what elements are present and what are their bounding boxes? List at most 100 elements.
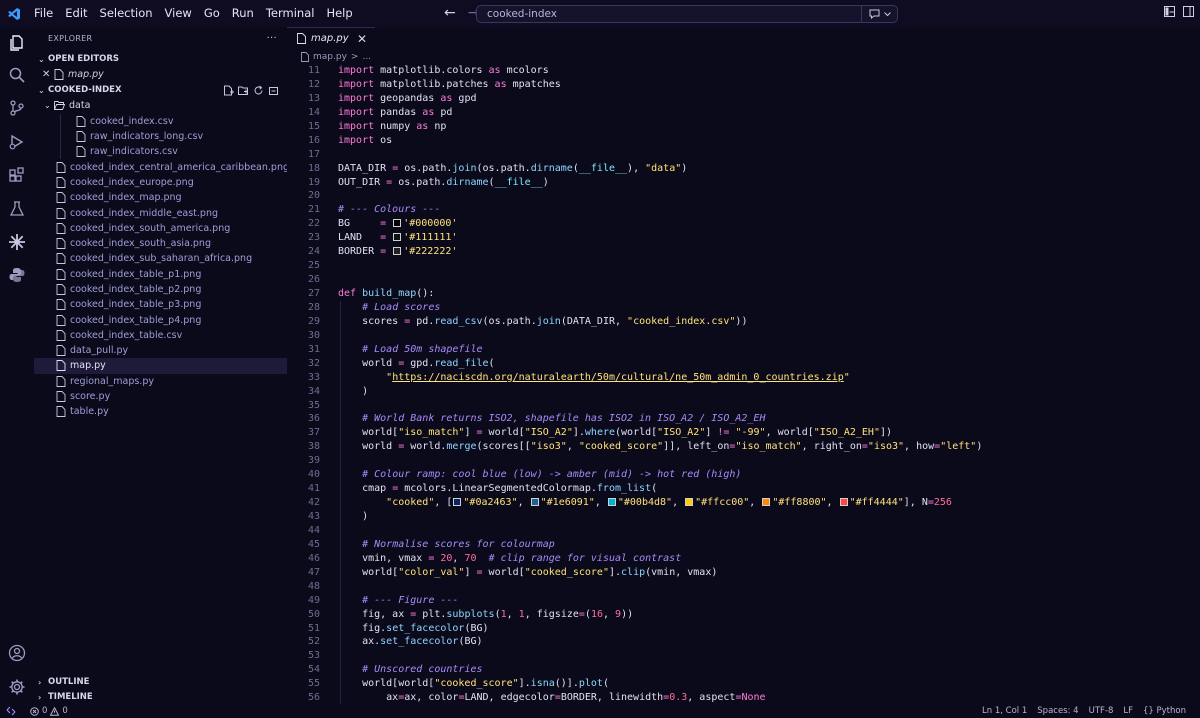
indent-guide bbox=[340, 328, 341, 343]
search-activity-button[interactable] bbox=[0, 61, 34, 89]
indentation[interactable]: Spaces: 4 bbox=[1037, 706, 1078, 716]
collapse-all-icon[interactable] bbox=[268, 85, 279, 96]
menu-selection[interactable]: Selection bbox=[94, 0, 159, 27]
file-item[interactable]: cooked_index_table_p1.png bbox=[34, 267, 287, 282]
accounts-activity-button[interactable] bbox=[0, 639, 34, 667]
explorer-more-actions-button[interactable]: ··· bbox=[267, 33, 277, 44]
code-line: 55 world[world["cooked_score"].isna()].p… bbox=[287, 677, 1200, 692]
close-icon[interactable]: ✕ bbox=[42, 69, 54, 80]
file-icon bbox=[56, 406, 66, 418]
file-item[interactable]: cooked_index_table.csv bbox=[34, 328, 287, 343]
new-file-icon[interactable] bbox=[223, 85, 234, 96]
toggle-panel-layout-icon[interactable] bbox=[1164, 6, 1175, 17]
code-line: 14 import pandas as pd bbox=[287, 106, 1200, 120]
end-of-line[interactable]: LF bbox=[1123, 706, 1133, 716]
file-item[interactable]: cooked_index_table_p2.png bbox=[34, 282, 287, 297]
code-text: BG = '#000000' bbox=[338, 218, 458, 230]
open-editor-item[interactable]: ✕ map.py bbox=[34, 67, 287, 82]
breadcrumb-file[interactable]: map.py bbox=[313, 52, 347, 62]
menu-help[interactable]: Help bbox=[320, 0, 358, 27]
file-item[interactable]: raw_indicators.csv bbox=[34, 144, 287, 160]
source-control-activity-button[interactable] bbox=[0, 94, 34, 122]
file-item[interactable]: raw_indicators_long.csv bbox=[34, 128, 287, 145]
problems-indicator[interactable]: 0 0 bbox=[22, 706, 68, 716]
cursor-position[interactable]: Ln 1, Col 1 bbox=[982, 706, 1027, 716]
code-text: # --- Figure --- bbox=[362, 594, 459, 606]
extensions-activity-button[interactable] bbox=[0, 161, 34, 189]
file-item[interactable]: cooked_index.csv bbox=[34, 113, 287, 129]
folder-toolbar bbox=[223, 85, 287, 96]
code-editor[interactable]: 11 import matplotlib.colors as mcolors 12 i… bbox=[287, 64, 1200, 704]
encoding[interactable]: UTF-8 bbox=[1089, 706, 1114, 716]
file-item[interactable]: data_pull.py bbox=[34, 343, 287, 358]
menu-run[interactable]: Run bbox=[226, 0, 260, 27]
indent-guide bbox=[340, 426, 341, 441]
tab-map-py[interactable]: map.py ✕ bbox=[287, 27, 375, 49]
code-text: scores = pd.read_csv(os.path.join(DATA_D… bbox=[338, 315, 748, 327]
file-item[interactable]: map.py bbox=[34, 358, 287, 374]
file-item[interactable]: cooked_index_table_p4.png bbox=[34, 312, 287, 327]
tab-close-button[interactable]: ✕ bbox=[357, 32, 367, 46]
menu-terminal[interactable]: Terminal bbox=[260, 0, 321, 27]
breadcrumb: map.py > ... bbox=[287, 49, 1200, 64]
refresh-icon[interactable] bbox=[253, 85, 264, 96]
file-item[interactable]: table.py bbox=[34, 404, 287, 419]
file-item[interactable]: cooked_index_middle_east.png bbox=[34, 205, 287, 220]
menu-view[interactable]: View bbox=[159, 0, 198, 27]
language-mode[interactable]: {} Python bbox=[1143, 706, 1186, 716]
back-arrow-icon[interactable]: ← bbox=[444, 6, 456, 20]
file-icon bbox=[297, 33, 306, 44]
line-number: 53 bbox=[307, 650, 320, 662]
code-line: 25 bbox=[287, 259, 1200, 273]
breadcrumb-symbol[interactable]: ... bbox=[362, 52, 371, 62]
file-icon bbox=[56, 253, 66, 265]
indent-guide bbox=[340, 635, 341, 650]
file-item[interactable]: cooked_index_map.png bbox=[34, 190, 287, 205]
line-number: 47 bbox=[307, 566, 320, 578]
file-item[interactable]: cooked_index_table_p3.png bbox=[34, 297, 287, 312]
open-editors-section-header[interactable]: ⌄ OPEN EDITORS bbox=[34, 51, 287, 67]
file-label: cooked_index_south_asia.png bbox=[70, 238, 211, 250]
file-label: cooked_index.csv bbox=[90, 115, 174, 127]
indent-guide bbox=[340, 412, 341, 427]
file-item[interactable]: cooked_index_south_asia.png bbox=[34, 236, 287, 251]
run-debug-icon bbox=[9, 134, 24, 150]
line-number: 48 bbox=[307, 580, 320, 592]
file-icon bbox=[56, 222, 66, 234]
file-item[interactable]: cooked_index_sub_saharan_africa.png bbox=[34, 251, 287, 266]
code-text: ) bbox=[338, 385, 369, 397]
line-number: 39 bbox=[307, 455, 320, 467]
folder-section-header[interactable]: ⌄ COOKED-INDEX bbox=[34, 82, 287, 98]
vscode-logo-icon bbox=[0, 0, 28, 27]
outline-section-header[interactable]: › OUTLINE bbox=[34, 674, 287, 690]
command-center-search[interactable]: cooked-index bbox=[476, 5, 898, 23]
file-item[interactable]: cooked_index_south_america.png bbox=[34, 221, 287, 236]
remote-indicator-button[interactable] bbox=[0, 704, 22, 718]
ai-assistant-activity-button[interactable] bbox=[0, 228, 34, 256]
line-number: 52 bbox=[307, 636, 320, 648]
file-item[interactable]: regional_maps.py bbox=[34, 374, 287, 389]
indent-guide bbox=[340, 440, 341, 455]
toggle-secondary-sidebar-icon[interactable] bbox=[1183, 6, 1194, 17]
code-text: world = gpd.read_file( bbox=[338, 357, 495, 369]
line-number: 49 bbox=[307, 594, 320, 606]
manage-activity-button[interactable] bbox=[0, 673, 34, 701]
new-folder-icon[interactable] bbox=[238, 85, 249, 96]
code-line: 20 bbox=[287, 189, 1200, 203]
data-folder-item[interactable]: ⌄ data bbox=[34, 98, 287, 113]
testing-activity-button[interactable] bbox=[0, 195, 34, 223]
menu-edit[interactable]: Edit bbox=[59, 0, 93, 27]
run-debug-activity-button[interactable] bbox=[0, 128, 34, 156]
file-item[interactable]: score.py bbox=[34, 389, 287, 404]
file-item[interactable]: cooked_index_central_america_caribbean.p… bbox=[34, 159, 289, 174]
menu-go[interactable]: Go bbox=[198, 0, 226, 27]
explorer-activity-button[interactable] bbox=[0, 29, 34, 57]
line-number: 46 bbox=[307, 552, 320, 564]
chat-button[interactable] bbox=[861, 6, 897, 22]
python-activity-button[interactable] bbox=[0, 261, 34, 289]
menu-file[interactable]: File bbox=[28, 0, 59, 27]
timeline-section-header[interactable]: › TIMELINE bbox=[34, 689, 287, 705]
file-label: cooked_index_table.csv bbox=[70, 329, 183, 341]
layout-controls bbox=[1164, 6, 1194, 17]
file-item[interactable]: cooked_index_europe.png bbox=[34, 175, 287, 190]
